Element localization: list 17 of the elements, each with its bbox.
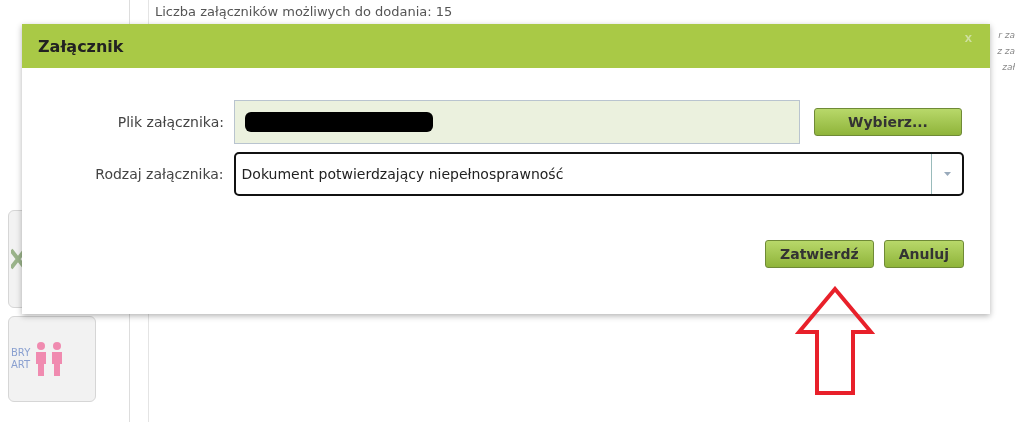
- logo-text: ART: [11, 359, 31, 371]
- logo-text: BRY: [11, 347, 31, 359]
- hint-text: z za: [997, 46, 1015, 56]
- file-field[interactable]: [234, 100, 800, 144]
- type-dropdown[interactable]: Dokument potwierdzający niepełnosprawność: [233, 152, 964, 196]
- hint-text: r za: [998, 30, 1015, 40]
- people-icon: [34, 341, 65, 377]
- choose-file-button[interactable]: Wybierz...: [814, 108, 962, 136]
- attachment-count-text: Liczba załączników możliwych do dodania: 15: [155, 4, 454, 19]
- dialog-title: Załącznik: [38, 36, 124, 56]
- confirm-button[interactable]: Zatwierdź: [765, 240, 874, 268]
- cancel-button[interactable]: Anuluj: [883, 240, 964, 268]
- hint-text: zał: [1002, 62, 1015, 72]
- caret-icon: [943, 172, 951, 176]
- cross-icon: [11, 246, 25, 272]
- field-label: Plik załącznika:: [116, 114, 225, 130]
- field-label: Rodzaj załącznika:: [94, 166, 225, 182]
